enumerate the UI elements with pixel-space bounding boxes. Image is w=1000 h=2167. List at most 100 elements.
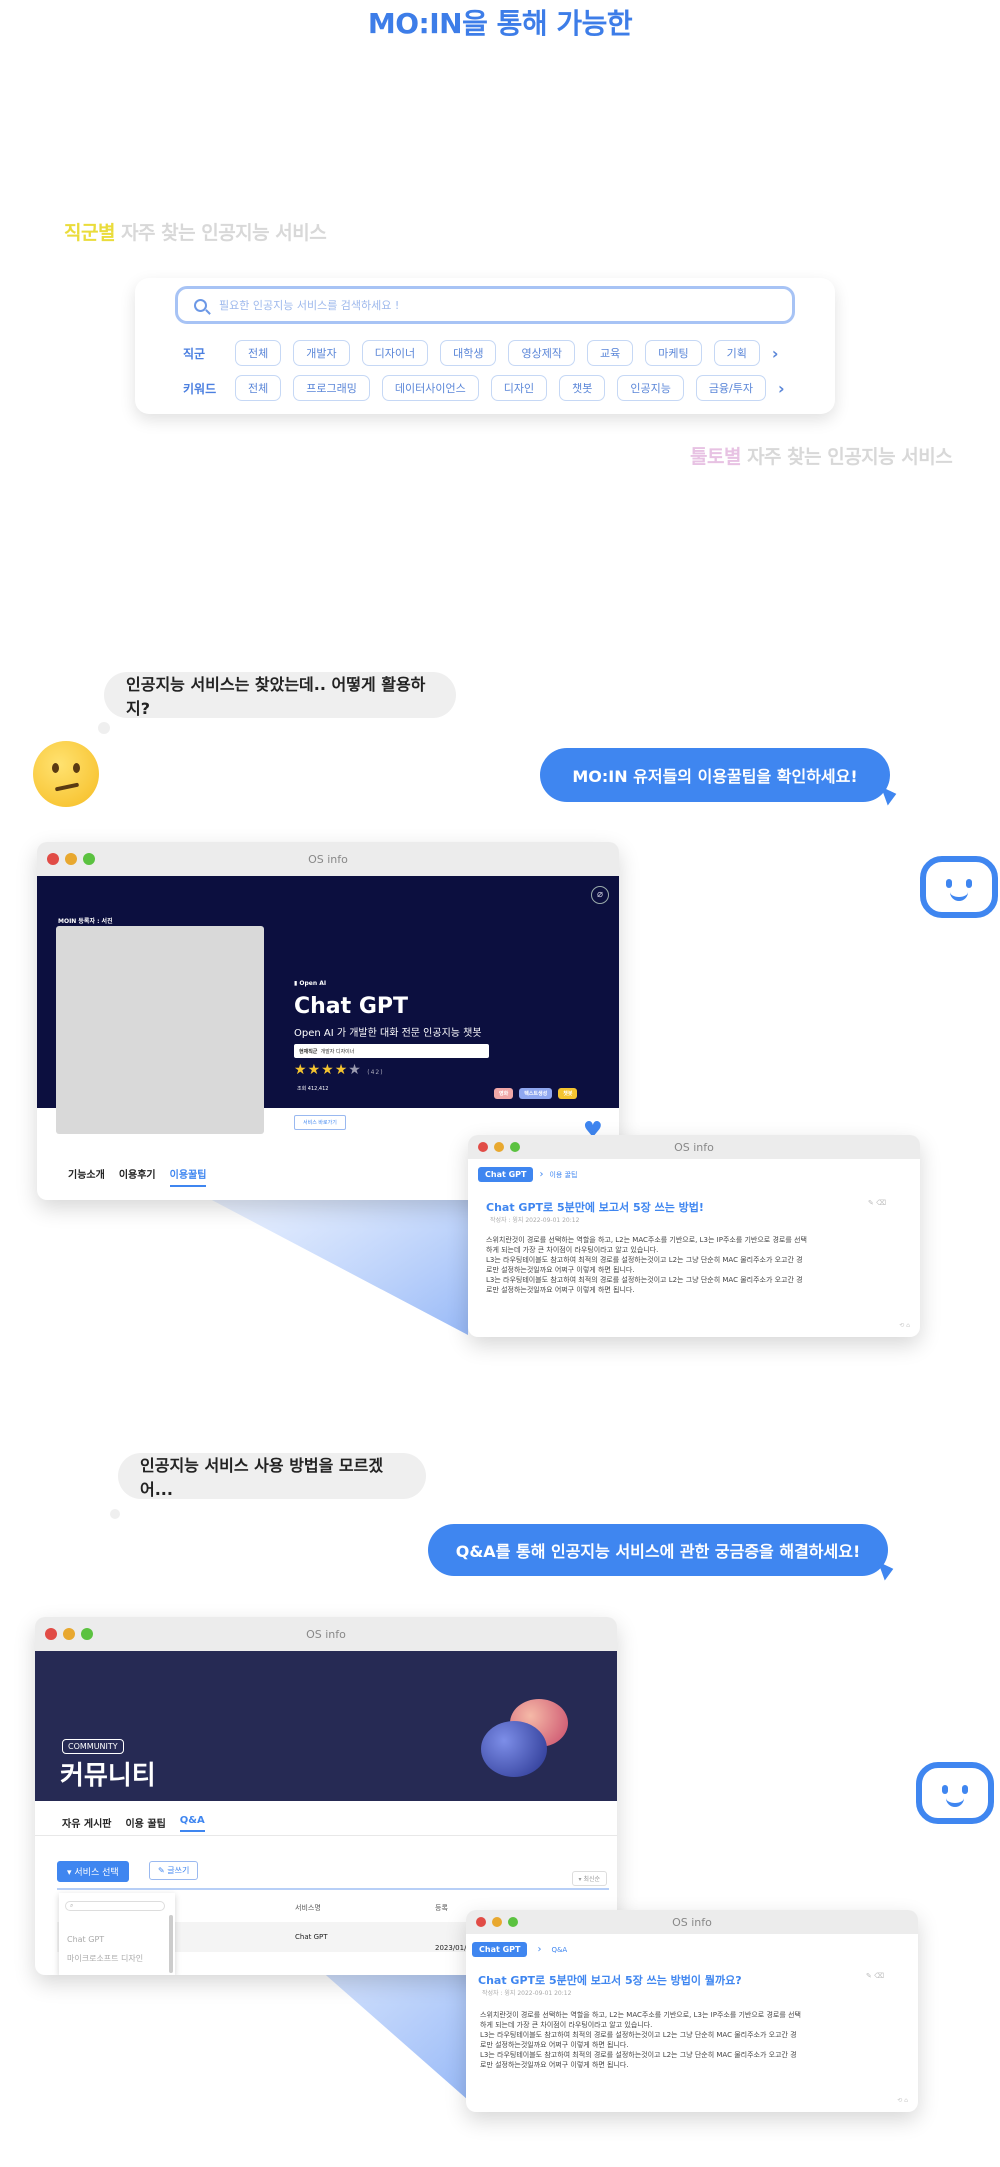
job-chip[interactable]: 대학생 [440, 340, 497, 366]
tag-chip: 챗봇 [558, 1088, 578, 1099]
service-dropdown: ⌕ Chat GPT 마이크로소프트 디자인 [59, 1893, 175, 1975]
row-service: Chat GPT [295, 1933, 328, 1941]
moin-bot-icon [920, 856, 998, 918]
rating-stars: ★★★★★ (42) [294, 1062, 384, 1078]
keyword-chip[interactable]: 데이터사이언스 [381, 375, 479, 401]
post-line: L3는 라우팅테이블도 참고하여 최적의 경로를 설정하는것이고 L2는 그냥 … [480, 2031, 797, 2039]
service-tabs: 기능소개 이용후기 이용꿀팁 [68, 1166, 207, 1187]
service-hero: ⌀ MOIN 등록자 : 서진 ▮ Open AI Chat GPT Open … [37, 876, 619, 1134]
search-input[interactable]: 필요한 인공지능 서비스를 검색하세요 ! [175, 286, 795, 324]
search-placeholder: 필요한 인공지능 서비스를 검색하세요 ! [219, 299, 400, 312]
keyword-chip[interactable]: 금융/투자 [695, 375, 766, 401]
job-chip[interactable]: 기획 [713, 340, 760, 366]
job-heading: 직군별 자주 찾는 인공지능 서비스 [64, 218, 327, 245]
post-line: L3는 라우팅테이블도 참고하여 최적의 경로를 설정하는것이고 L2는 그냥 … [486, 1276, 803, 1284]
edit-icon[interactable]: ✎ ⌫ [866, 1972, 884, 1980]
star-icon: ★ [321, 1062, 335, 1078]
star-icon: ★ [307, 1062, 322, 1078]
keyword-chip[interactable]: 디자인 [490, 375, 548, 401]
job-chip[interactable]: 개발자 [293, 340, 350, 366]
divider [57, 1888, 609, 1890]
share-icon[interactable]: ⟲ ⌂ [899, 1322, 910, 1329]
job-chip[interactable]: 디자이너 [361, 340, 429, 366]
breadcrumb-current[interactable]: 이용 꿀팁 [549, 1170, 577, 1180]
views: 조회 412,412 [297, 1086, 329, 1092]
chevron-right-icon[interactable]: › [772, 344, 779, 363]
edit-icon[interactable]: ✎ ⌫ [868, 1199, 886, 1207]
job-heading-rest: 자주 찾는 인공지능 서비스 [114, 222, 327, 244]
divider [35, 1835, 617, 1836]
sort-button[interactable]: ▾ 최신순 [571, 1871, 607, 1886]
popup-title: OS info [672, 1915, 712, 1929]
service-chip[interactable]: Chat GPT [472, 1942, 528, 1957]
post-line: 로만 설정하는것일까요 어쩌구 이렇게 하면 됩니다. [480, 2041, 629, 2049]
qna-popup-window: OS info Chat GPT › Q&A Chat GPT로 5분만에 보고… [466, 1910, 918, 2112]
tab-tips[interactable]: 이용 꿀팁 [125, 1815, 165, 1832]
provider: ▮ Open AI [294, 980, 327, 987]
dropdown-item[interactable]: 마이크로소프트 디자인 [67, 1953, 143, 1964]
job-heading-highlight: 직군별 [64, 222, 115, 244]
dropdown-item[interactable]: Chat GPT [67, 1935, 104, 1944]
job-label: 직군 [183, 346, 206, 361]
job-chip[interactable]: 전체 [235, 340, 282, 366]
chat-bubble-3d-icon [481, 1721, 547, 1777]
search-icon [194, 298, 207, 312]
rec-job-value: 개발자 디자이너 [320, 1049, 355, 1055]
share-icon[interactable]: ⟲ ⌂ [897, 2097, 908, 2104]
tab-features[interactable]: 기능소개 [68, 1166, 105, 1187]
breadcrumb-current[interactable]: Q&A [551, 1946, 567, 1954]
service-chip[interactable]: Chat GPT [478, 1167, 534, 1182]
post-title: Chat GPT로 5분만에 보고서 5장 쓰는 방법이 뭘까요? [478, 1974, 742, 1987]
keyword-label: 키워드 [183, 381, 217, 396]
window-title: OS info [306, 1627, 346, 1641]
job-chip[interactable]: 마케팅 [645, 340, 702, 366]
goto-service-button[interactable]: 서비스 바로가기 [294, 1115, 346, 1130]
tab-free-board[interactable]: 자유 게시판 [62, 1815, 111, 1832]
search-card: 필요한 인공지능 서비스를 검색하세요 ! 직군 전체 개발자 디자이너 대학생… [135, 278, 835, 414]
window-titlebar: OS info [37, 842, 619, 876]
popup-breadcrumb: Chat GPT › Q&A [472, 1942, 567, 1957]
post-meta: 작성자 : 윙지 2022-09-01 20:12 [490, 1217, 580, 1224]
tag-chip: 영화 [494, 1088, 514, 1099]
service-desc: Open AI 가 개발한 대화 전문 인공지능 챗봇 [294, 1028, 482, 1039]
confused-face-icon [33, 741, 99, 807]
bubble-tail [877, 1557, 897, 1581]
post-title: Chat GPT로 5분만에 보고서 5장 쓰는 방법! [486, 1201, 704, 1214]
chevron-right-icon: › [539, 1169, 544, 1180]
tab-qna[interactable]: Q&A [179, 1815, 205, 1832]
post-line: 로만 설정하는것일까요 어쩌구 이렇게 하면 됩니다. [480, 2061, 629, 2069]
thought-dot [98, 722, 110, 734]
service-select-button[interactable]: ▾ 서비스 선택 [57, 1861, 129, 1882]
popup-titlebar: OS info [466, 1910, 918, 1934]
write-label: 글쓰기 [167, 1866, 190, 1875]
bubble-tail [880, 782, 900, 806]
post-line: L3는 라우팅테이블도 참고하여 최적의 경로를 설정하는것이고 L2는 그냥 … [480, 2051, 797, 2059]
hero-title: MO:IN을 통해 가능한 [367, 7, 633, 40]
community-tabs: 자유 게시판 이용 꿀팁 Q&A [62, 1815, 205, 1832]
chevron-right-icon: › [537, 1944, 542, 1955]
link-icon[interactable]: ⌀ [591, 886, 609, 904]
tips-popup-window: OS info Chat GPT › 이용 꿀팁 Chat GPT로 5분만에 … [468, 1135, 920, 1337]
keyword-chip[interactable]: 전체 [235, 375, 282, 401]
tab-tips[interactable]: 이용꿀팁 [169, 1166, 207, 1187]
post-meta: 작성자 : 윙지 2022-09-01 20:12 [482, 1990, 572, 1997]
tab-reviews[interactable]: 이용후기 [119, 1166, 156, 1187]
post-line: 스위치란것이 경로를 선택하는 역할을 하고, L2는 MAC주소를 기반으로,… [486, 1236, 807, 1244]
tool-heading-rest: 자주 찾는 인공지능 서비스 [740, 446, 953, 468]
keyword-chip[interactable]: 챗봇 [559, 375, 606, 401]
rating-count: (42) [367, 1069, 384, 1076]
chevron-right-icon[interactable]: › [778, 379, 785, 398]
popup-titlebar: OS info [468, 1135, 920, 1159]
keyword-chip[interactable]: 인공지능 [617, 375, 684, 401]
job-chip[interactable]: 교육 [586, 340, 634, 366]
sort-label: 최신순 [583, 1876, 600, 1883]
job-chip[interactable]: 영상제작 [508, 340, 575, 366]
dropdown-scrollbar[interactable] [169, 1915, 173, 1973]
keyword-chip[interactable]: 프로그래밍 [293, 375, 370, 401]
dropdown-search-input[interactable]: ⌕ [65, 1901, 165, 1911]
post-line: 하게 되는데 가장 큰 차이점이 라우팅이라고 알고 있습니다. [486, 1246, 659, 1254]
job-chip-row: 직군 전체 개발자 디자이너 대학생 영상제작 교육 마케팅 기획 › [183, 340, 778, 366]
post-body: 스위치란것이 경로를 선택하는 역할을 하고, L2는 MAC주소를 기반으로,… [480, 2010, 900, 2070]
write-button[interactable]: ✎ 글쓰기 [149, 1861, 199, 1880]
question-bubble: 인공지능 서비스는 찾았는데.. 어떻게 활용하지? [104, 672, 456, 718]
